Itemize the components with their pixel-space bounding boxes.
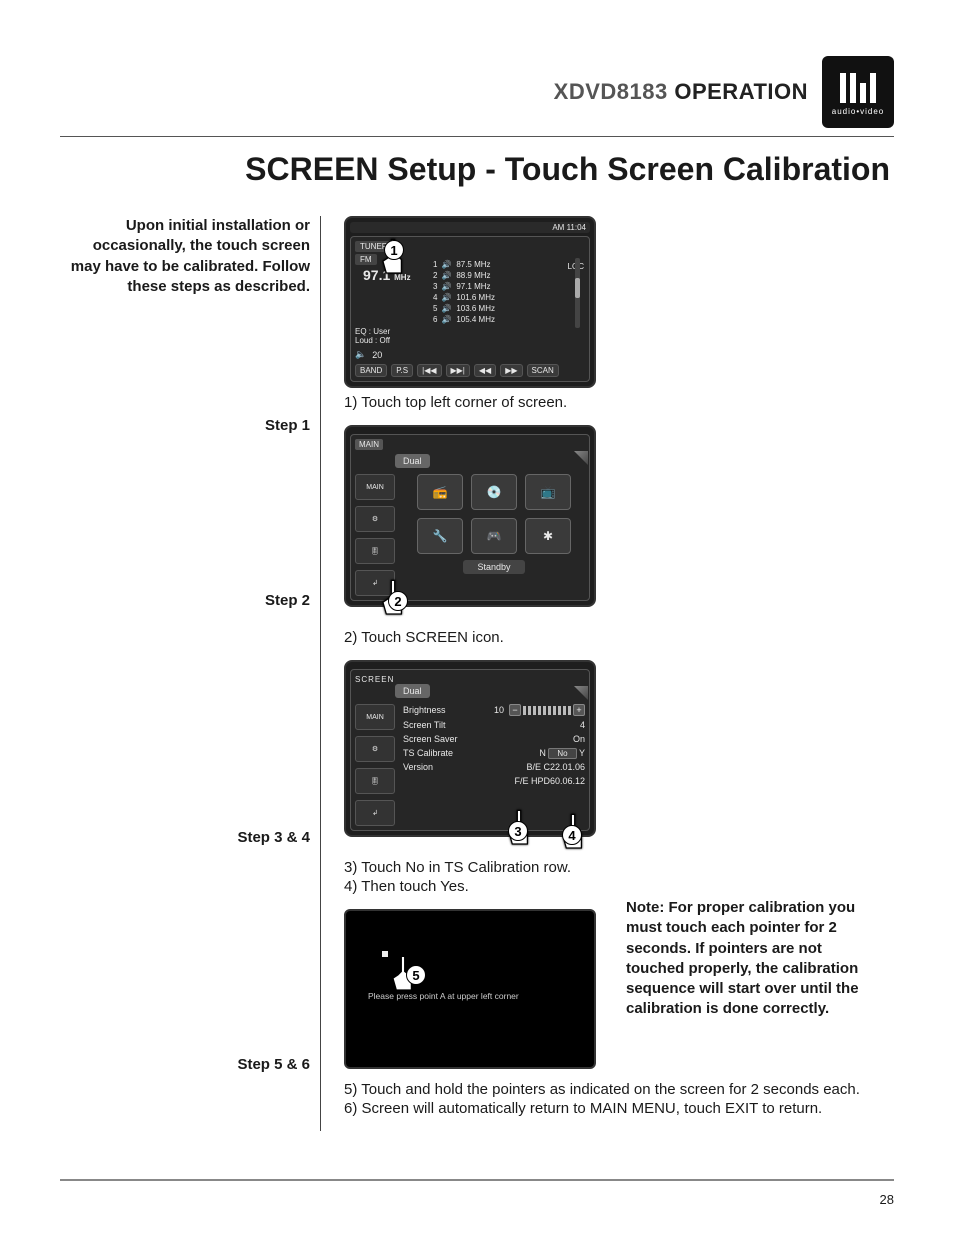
loud-label: Loud : Off bbox=[355, 336, 585, 345]
tilt-value: 4 bbox=[580, 720, 585, 730]
disc-tile-icon: 💿 bbox=[471, 474, 517, 510]
menu-icon-grid: 📻 💿 📺 🔧 🎮 ✱ bbox=[403, 474, 585, 554]
settings-list: Brightness 10 − + Screen Tilt 4 Screen Sa… bbox=[403, 704, 585, 826]
version-label: Version bbox=[403, 762, 433, 772]
instruction-5: 5) Touch and hold the pointers as indica… bbox=[344, 1081, 894, 1098]
callout-1: 1 bbox=[384, 240, 404, 260]
sliders-icon: 🎚 bbox=[355, 538, 395, 564]
volume-value: 20 bbox=[372, 350, 382, 360]
logo-subtext: audio•video bbox=[832, 107, 885, 116]
logo-bars-icon bbox=[840, 69, 876, 103]
clock-text: AM 11:04 bbox=[552, 223, 586, 232]
screenshot-main-menu: MAIN Dual MAIN ⚙ 🎚 ↲ 📻 💿 📺 bbox=[344, 425, 596, 607]
standby-button: Standby bbox=[463, 560, 524, 574]
preset-list: 1 🔊 87.5 MHz 2 🔊 88.9 MHz 3 🔊 97.1 MHz 4… bbox=[433, 259, 585, 325]
page-title: SCREEN Setup - Touch Screen Calibration bbox=[60, 151, 894, 188]
instruction-2: 2) Touch SCREEN icon. bbox=[344, 629, 894, 646]
registered-mark: ® bbox=[895, 58, 902, 68]
settings-tile-icon: 🔧 bbox=[417, 518, 463, 554]
brand-logo: ® audio•video bbox=[822, 56, 894, 128]
scrollbar-icon bbox=[575, 258, 580, 328]
transport-buttons: BAND P.S |◀◀ ▶▶| ◀◀ ▶▶ SCAN bbox=[355, 364, 585, 377]
brightness-gauge: 10 − + bbox=[494, 704, 585, 716]
content-grid: Upon initial installation or occasionall… bbox=[60, 216, 894, 1131]
brand-chip: Dual bbox=[395, 454, 430, 468]
footer-rule bbox=[60, 1179, 894, 1181]
speaker-icon: 🔈 bbox=[355, 349, 366, 360]
settings-sidebar: MAIN ⚙ 🎚 ↲ bbox=[355, 704, 399, 826]
gear-icon: ⚙ bbox=[355, 736, 395, 762]
game-tile-icon: 🎮 bbox=[471, 518, 517, 554]
step34-label: Step 3 & 4 bbox=[60, 829, 310, 846]
callout-3: 3 bbox=[508, 821, 528, 841]
page-curl-icon bbox=[574, 451, 588, 465]
sliders-icon: 🎚 bbox=[355, 768, 395, 794]
step56-label: Step 5 & 6 bbox=[60, 1056, 310, 1073]
side-main: MAIN bbox=[355, 704, 395, 730]
brightness-label: Brightness bbox=[403, 705, 446, 715]
eq-label: EQ : User bbox=[355, 327, 585, 336]
instruction-1: 1) Touch top left corner of screen. bbox=[344, 394, 894, 411]
callout-5: 5 bbox=[406, 965, 426, 985]
page-curl-icon bbox=[574, 686, 588, 700]
tv-tile-icon: 📺 bbox=[525, 474, 571, 510]
version-be: B/E C22.01.06 bbox=[526, 762, 585, 772]
side-main: MAIN bbox=[355, 474, 395, 500]
section-name: OPERATION bbox=[674, 79, 808, 104]
step2-label: Step 2 bbox=[60, 592, 310, 609]
callout-4: 4 bbox=[562, 825, 582, 845]
vertical-divider bbox=[320, 216, 332, 1131]
page-number: 28 bbox=[880, 1192, 894, 1207]
cal-n: N bbox=[539, 748, 546, 758]
step1-label: Step 1 bbox=[60, 417, 310, 434]
screenshot-screen-settings: SCREEN Dual MAIN ⚙ 🎚 ↲ Brightness bbox=[344, 660, 596, 837]
intro-text: Upon initial installation or occasionall… bbox=[60, 216, 310, 297]
instruction-6: 6) Screen will automatically return to M… bbox=[344, 1100, 894, 1117]
volume-row: 🔈 20 bbox=[355, 349, 585, 360]
screenshot-calibration: 5 Please press point A at upper left cor… bbox=[344, 909, 596, 1069]
band-chip: FM bbox=[355, 254, 377, 265]
plus-icon: + bbox=[573, 704, 585, 716]
right-column: AM 11:04 TUNER FM 97.1 MHz 1 🔊 87.5 MHz … bbox=[332, 216, 894, 1131]
bluetooth-tile-icon: ✱ bbox=[525, 518, 571, 554]
header-title: XDVD8183 OPERATION bbox=[554, 79, 808, 105]
model-number: XDVD8183 bbox=[554, 79, 668, 104]
gear-icon: ⚙ bbox=[355, 506, 395, 532]
main-tag: MAIN bbox=[355, 439, 383, 450]
saver-label: Screen Saver bbox=[403, 734, 458, 744]
minus-icon: − bbox=[509, 704, 521, 716]
saver-value: On bbox=[573, 734, 585, 744]
radio-tile-icon: 📻 bbox=[417, 474, 463, 510]
screenshot-tuner: AM 11:04 TUNER FM 97.1 MHz 1 🔊 87.5 MHz … bbox=[344, 216, 596, 388]
left-column: Upon initial installation or occasionall… bbox=[60, 216, 320, 1131]
calibration-note: Note: For proper calibration you must to… bbox=[626, 898, 872, 1020]
cal-y: Y bbox=[579, 748, 585, 758]
brand-chip: Dual bbox=[395, 684, 430, 698]
exit-icon: ↲ bbox=[355, 800, 395, 826]
calibration-message: Please press point A at upper left corne… bbox=[368, 991, 519, 1001]
screen-title: SCREEN bbox=[355, 675, 394, 684]
version-fe: F/E HPD60.06.12 bbox=[514, 776, 585, 786]
calibrate-label: TS Calibrate bbox=[403, 748, 453, 758]
no-button: No bbox=[548, 748, 576, 759]
tilt-label: Screen Tilt bbox=[403, 720, 446, 730]
callout-2: 2 bbox=[388, 591, 408, 611]
instruction-3: 3) Touch No in TS Calibration row. bbox=[344, 859, 894, 876]
page-header: XDVD8183 OPERATION ® audio•video bbox=[60, 56, 894, 137]
instruction-4: 4) Then touch Yes. bbox=[344, 878, 596, 895]
